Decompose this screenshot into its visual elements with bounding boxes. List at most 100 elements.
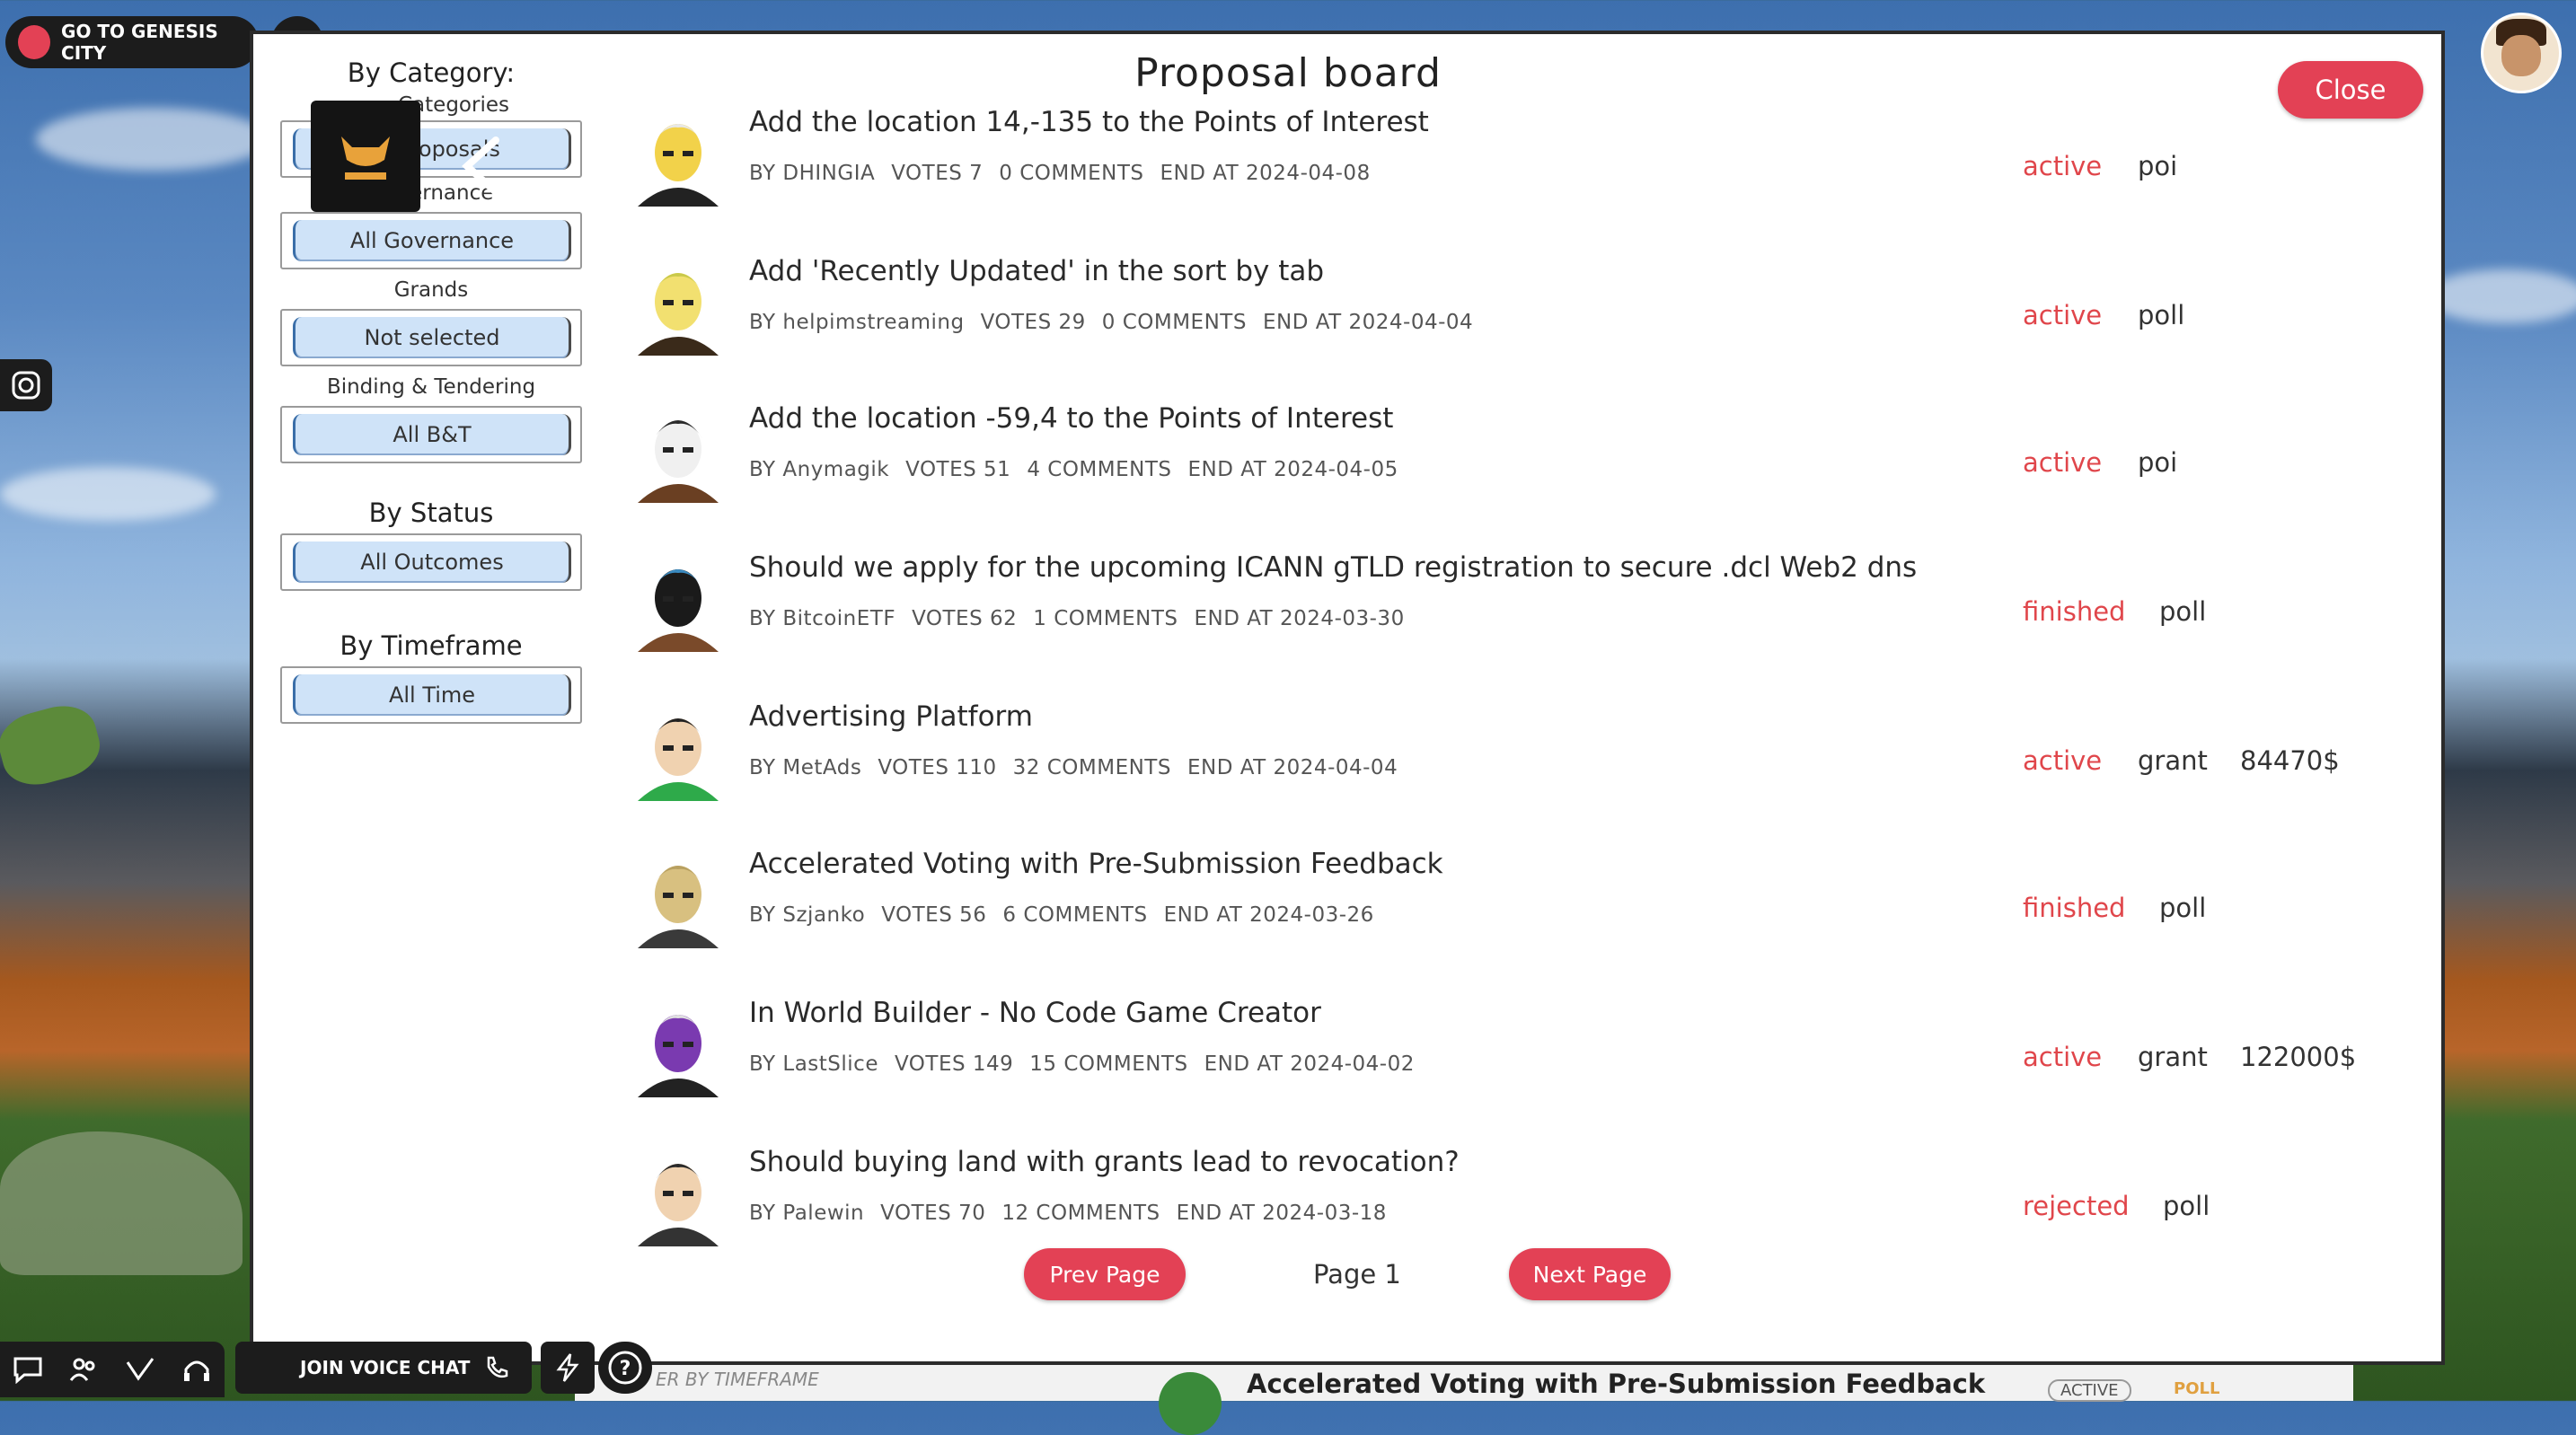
proposal-comments: 0 COMMENTS [1101, 311, 1247, 334]
proposal-votes: VOTES 70 [880, 1202, 986, 1225]
background-filter-text: ER BY TIMEFRAME [656, 1369, 819, 1390]
proposal-row[interactable]: Add the location 14,-135 to the Points o… [629, 106, 2425, 241]
timeframe-heading: By Timeframe [340, 630, 523, 661]
proposal-author-avatar [629, 255, 728, 356]
proposal-grant-amount: 122000$ [2240, 1042, 2357, 1072]
proposal-status-badge: active [2023, 745, 2103, 776]
proposal-status-badge: rejected [2023, 1191, 2130, 1221]
proposal-meta: BY helpimstreaming VOTES 29 0 COMMENTS END … [749, 311, 1489, 334]
binding-tendering-value: All B&T [293, 414, 571, 455]
emote-icon[interactable] [124, 1355, 156, 1384]
category-heading: By Category: [347, 57, 516, 88]
proposal-row[interactable]: Add 'Recently Updated' in the sort by ta… [629, 255, 2425, 390]
proposal-row[interactable]: In World Builder - No Code Game Creator B… [629, 997, 2425, 1131]
grands-value: Not selected [293, 317, 571, 358]
phone-icon [487, 1356, 508, 1378]
proposal-grant-amount: 84470$ [2240, 745, 2340, 776]
proposal-end-date: END AT 2024-04-05 [1187, 458, 1398, 481]
proposal-title[interactable]: Accelerated Voting with Pre-Submission F… [749, 848, 1443, 880]
proposal-type: grant [2138, 745, 2208, 776]
voice-label: JOIN VOICE CHAT [300, 1357, 471, 1378]
help-button[interactable]: ? [598, 1342, 652, 1394]
background-active-tag: ACTIVE [2048, 1379, 2131, 1402]
ground-hill [0, 1131, 243, 1275]
proposal-meta: BY Palewin VOTES 70 12 COMMENTS END AT 2024… [749, 1202, 1403, 1225]
proposal-title[interactable]: Add 'Recently Updated' in the sort by ta… [749, 255, 1324, 287]
governance-value: All Governance [293, 220, 571, 261]
proposal-author: BY LastSlice [749, 1052, 878, 1076]
proposal-comments: 12 COMMENTS [1001, 1202, 1160, 1225]
proposal-votes: VOTES 29 [980, 311, 1086, 334]
grands-dropdown[interactable]: Not selected [280, 309, 582, 366]
prev-page-button[interactable]: Prev Page [1024, 1248, 1186, 1300]
proposal-type: poll [2159, 596, 2207, 627]
join-voice-chat-button[interactable]: JOIN VOICE CHAT [235, 1342, 532, 1394]
proposal-author-avatar [629, 997, 728, 1097]
bear-logo-icon [341, 136, 390, 180]
proposal-end-date: END AT 2024-04-04 [1187, 756, 1398, 779]
chat-icon[interactable] [12, 1355, 44, 1384]
svg-text:?: ? [620, 1358, 631, 1380]
binding-tendering-dropdown[interactable]: All B&T [280, 406, 582, 463]
proposal-meta: BY MetAds VOTES 110 32 COMMENTS END AT 2024… [749, 756, 1414, 779]
proposal-type: poi [2138, 151, 2178, 181]
proposal-end-date: END AT 2024-04-02 [1204, 1052, 1415, 1076]
proposal-author-avatar [629, 848, 728, 948]
proposal-votes: VOTES 149 [894, 1052, 1014, 1076]
proposal-author: BY DHINGIA [749, 162, 876, 185]
proposal-status-badge: active [2023, 300, 2103, 330]
proposal-votes: VOTES 62 [912, 607, 1018, 630]
lightning-icon [556, 1353, 579, 1382]
proposal-votes: VOTES 7 [891, 162, 984, 185]
proposal-row[interactable]: Add the location -59,4 to the Points of … [629, 402, 2425, 537]
background-poll-tag: POLL [2174, 1379, 2220, 1398]
proposal-meta: BY Anymagik VOTES 51 4 COMMENTS END AT 2024… [749, 458, 1415, 481]
proposal-meta: BY Szjanko VOTES 56 6 COMMENTS END AT 2024-… [749, 903, 1390, 927]
proposal-author: BY helpimstreaming [749, 311, 965, 334]
next-page-button[interactable]: Next Page [1509, 1248, 1671, 1300]
proposal-title[interactable]: In World Builder - No Code Game Creator [749, 997, 1321, 1029]
proposal-author-avatar [629, 1146, 728, 1246]
proposal-comments: 0 COMMENTS [999, 162, 1144, 185]
proposal-end-date: END AT 2024-03-26 [1163, 903, 1374, 927]
proposal-status-badge: finished [2023, 596, 2126, 627]
proposal-row[interactable]: Should we apply for the upcoming ICANN g… [629, 551, 2425, 686]
status-value: All Outcomes [293, 541, 571, 583]
governance-dropdown[interactable]: All Governance [280, 212, 582, 269]
headphones-icon[interactable] [181, 1355, 213, 1384]
proposal-meta: BY LastSlice VOTES 149 15 COMMENTS END AT 2… [749, 1052, 1431, 1076]
proposal-row[interactable]: Advertising Platform BY MetAds VOTES 110 32… [629, 700, 2425, 835]
proposal-type: poll [2159, 893, 2207, 923]
proposal-title[interactable]: Add the location -59,4 to the Points of … [749, 402, 1393, 435]
friends-icon[interactable] [68, 1355, 101, 1384]
proposal-votes: VOTES 110 [878, 756, 997, 779]
proposal-author-avatar [629, 402, 728, 503]
app-logo[interactable] [311, 101, 420, 212]
proposal-author: BY Palewin [749, 1202, 865, 1225]
proposal-author-avatar [629, 700, 728, 801]
status-dropdown[interactable]: All Outcomes [280, 533, 582, 591]
background-proposal-strip: ER BY TIMEFRAME Accelerated Voting with … [575, 1365, 2353, 1435]
timeframe-value: All Time [293, 674, 571, 716]
proposal-title[interactable]: Should we apply for the upcoming ICANN g… [749, 551, 1917, 584]
proposal-status-badge: active [2023, 151, 2103, 181]
quick-actions-button[interactable] [541, 1342, 595, 1394]
bottom-toolbar [0, 1342, 225, 1397]
timeframe-dropdown[interactable]: All Time [280, 666, 582, 724]
grands-label: Grands [393, 278, 469, 302]
proposal-comments: 15 COMMENTS [1029, 1052, 1188, 1076]
proposal-row[interactable]: Accelerated Voting with Pre-Submission F… [629, 848, 2425, 982]
proposal-status-badge: active [2023, 1042, 2103, 1072]
page-indicator: Page 1 [1313, 1259, 1401, 1290]
proposal-end-date: END AT 2024-03-18 [1176, 1202, 1387, 1225]
proposal-title[interactable]: Advertising Platform [749, 700, 1033, 733]
chevron-left-icon[interactable] [458, 135, 503, 198]
proposal-title[interactable]: Should buying land with grants lead to r… [749, 1146, 1460, 1178]
proposal-meta: BY BitcoinETF VOTES 62 1 COMMENTS END AT 20… [749, 607, 1421, 630]
proposal-type: grant [2138, 1042, 2208, 1072]
proposal-author-avatar [629, 551, 728, 652]
proposal-title[interactable]: Add the location 14,-135 to the Points o… [749, 106, 1429, 138]
help-icon: ? [608, 1351, 642, 1385]
proposal-status-badge: finished [2023, 893, 2126, 923]
camera-button[interactable] [0, 359, 52, 411]
